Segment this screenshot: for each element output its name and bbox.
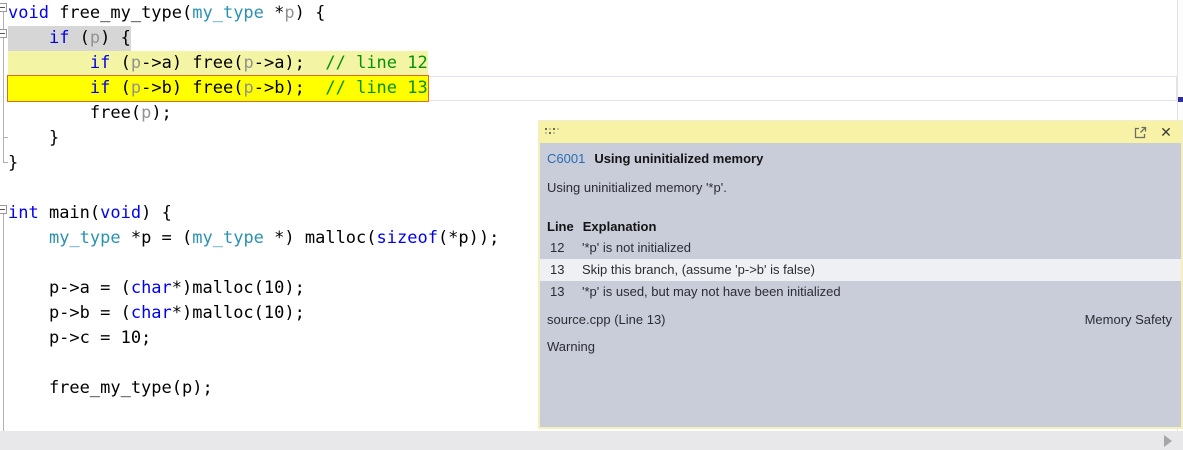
code-line[interactable]: if (p) {: [0, 26, 1176, 51]
line-highlight-yellow: if (p->b) free(p->b); // line 13: [8, 76, 428, 101]
drag-grip-icon[interactable]: [545, 128, 547, 130]
rule-category: Memory Safety: [1084, 312, 1172, 327]
column-header-explanation: Explanation: [582, 219, 657, 234]
explanation-row[interactable]: 12 '*p' is not initialized: [540, 237, 1181, 259]
popup-footer: source.cpp (Line 13) Memory Safety: [547, 312, 1172, 327]
source-location: source.cpp (Line 13): [547, 312, 666, 327]
explanation-line-number: 12: [550, 240, 565, 255]
code-line[interactable]: if (p->b) free(p->b); // line 13: [0, 76, 1176, 101]
code-line[interactable]: void free_my_type(my_type *p) {: [0, 1, 1176, 26]
explanation-line-number: 13: [550, 262, 565, 277]
severity-label: Warning: [547, 339, 595, 354]
code-analysis-popup: ✕ C6001 Using uninitialized memory Using …: [538, 120, 1183, 429]
explanation-row[interactable]: 13 '*p' is used, but may not have been in…: [540, 281, 1181, 303]
explanation-row[interactable]: 13 Skip this branch, (assume 'p->b' is fa…: [540, 259, 1181, 281]
fold-collapse-icon[interactable]: [0, 205, 7, 214]
explanation-line-number: 13: [550, 284, 565, 299]
rule-code-link[interactable]: C6001: [547, 151, 585, 166]
vs-editor-screen: void free_my_type(my_type *p) { if (p) {…: [0, 0, 1183, 450]
caret-position-mark: [1178, 97, 1183, 102]
explanation-table-header: Line Explanation: [547, 219, 656, 234]
fold-collapse-icon[interactable]: [0, 3, 7, 12]
explanation-text: Skip this branch, (assume 'p->b' is fals…: [582, 262, 815, 277]
close-icon[interactable]: ✕: [1158, 122, 1174, 143]
scroll-right-arrow-icon[interactable]: [1164, 435, 1172, 447]
fold-collapse-icon[interactable]: [0, 29, 7, 38]
warning-heading: C6001 Using uninitialized memory: [547, 151, 763, 166]
horizontal-scrollbar[interactable]: [0, 431, 1183, 450]
popout-icon[interactable]: [1133, 125, 1148, 140]
code-fold-margin: [0, 0, 8, 431]
fold-scope-end-tick: [3, 162, 8, 163]
explanation-text: '*p' is not initialized: [582, 240, 692, 255]
explanation-rows: 12 '*p' is not initialized 13 Skip this bra…: [540, 237, 1181, 303]
rule-title: Using uninitialized memory: [594, 151, 764, 166]
code-line[interactable]: if (p->a) free(p->a); // line 12: [0, 51, 1176, 76]
warning-description: Using uninitialized memory '*p'.: [547, 180, 727, 195]
column-header-line: Line: [547, 219, 574, 234]
popup-title-bar[interactable]: ✕: [540, 122, 1181, 143]
fold-scope-end-tick: [3, 137, 8, 138]
line-highlight-pale: if (p->a) free(p->a); // line 12: [8, 51, 428, 76]
line-highlight-gray: if (p) {: [8, 26, 131, 51]
fold-scope-line: [3, 213, 4, 431]
explanation-text: '*p' is used, but may not have been init…: [582, 284, 841, 299]
